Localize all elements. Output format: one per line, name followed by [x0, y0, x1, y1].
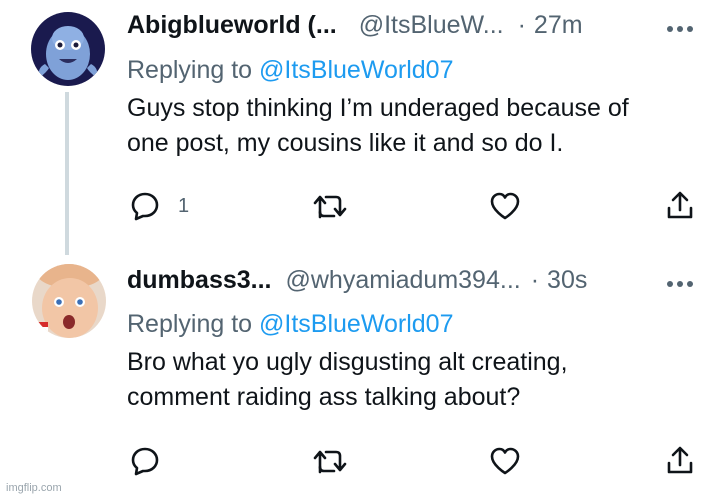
like-button[interactable] [489, 191, 521, 221]
mention-link[interactable]: @ItsBlueWorld07 [259, 310, 453, 338]
reply-icon [131, 447, 159, 476]
tweet-header: Abigblueworld (... @ItsBlueW... · 27m [127, 11, 583, 40]
share-button[interactable] [666, 445, 694, 475]
tweet-text-line: Guys stop thinking I’m underaged because… [127, 94, 629, 122]
like-icon [490, 447, 520, 475]
thread-line [65, 92, 69, 255]
replying-to: Replying to @ItsBlueWorld07 [127, 56, 453, 85]
tweet-header: dumbass3... @whyamiadum394... · 30s [127, 266, 587, 295]
tweet-text-line: one post, my cousins like it and so do I… [127, 129, 564, 157]
share-button[interactable] [666, 190, 694, 220]
timestamp[interactable]: 30s [547, 266, 587, 295]
reply-button[interactable]: 1 [130, 191, 189, 221]
tweet-text: Guys stop thinking I’m underaged because… [127, 91, 687, 161]
share-icon [667, 191, 693, 219]
share-icon [667, 446, 693, 474]
author-name[interactable]: Abigblueworld (... [127, 11, 337, 40]
tweet-text-line: comment raiding ass talking about? [127, 383, 521, 411]
like-button[interactable] [489, 446, 521, 476]
author-handle[interactable]: @whyamiadum394... [286, 266, 521, 295]
person-photo-avatar-icon [32, 264, 106, 338]
mention-link[interactable]: @ItsBlueWorld07 [259, 56, 453, 84]
replying-label: Replying to [127, 310, 253, 338]
avatar-dumbass3[interactable] [32, 264, 106, 338]
replying-to: Replying to @ItsBlueWorld07 [127, 310, 453, 339]
reply-button[interactable] [130, 446, 178, 476]
avatar-abigblueworld[interactable] [31, 12, 105, 86]
tweet-text: Bro what yo ugly disgusting alt creating… [127, 345, 687, 415]
retweet-button[interactable] [312, 191, 348, 221]
blue-creature-avatar-icon [31, 12, 105, 86]
tweet-text-line: Bro what yo ugly disgusting alt creating… [127, 348, 568, 376]
reply-count: 1 [178, 194, 190, 217]
more-icon[interactable] [666, 280, 694, 288]
like-icon [490, 192, 520, 220]
tweet-2[interactable]: dumbass3... @whyamiadum394... · 30s Repl… [0, 255, 728, 500]
replying-label: Replying to [127, 56, 253, 84]
watermark: imgflip.com [6, 482, 62, 494]
retweet-icon [313, 450, 347, 474]
retweet-icon [313, 195, 347, 219]
separator-dot: · [517, 11, 526, 39]
more-icon[interactable] [666, 25, 694, 33]
retweet-button[interactable] [312, 446, 348, 476]
separator-dot: · [530, 266, 540, 294]
tweet-1[interactable]: Abigblueworld (... @ItsBlueW... · 27m Re… [0, 0, 728, 255]
reply-icon [131, 192, 159, 221]
author-handle[interactable]: @ItsBlueW... [359, 11, 504, 40]
timestamp[interactable]: 27m [534, 11, 583, 40]
author-name[interactable]: dumbass3... [127, 266, 272, 295]
